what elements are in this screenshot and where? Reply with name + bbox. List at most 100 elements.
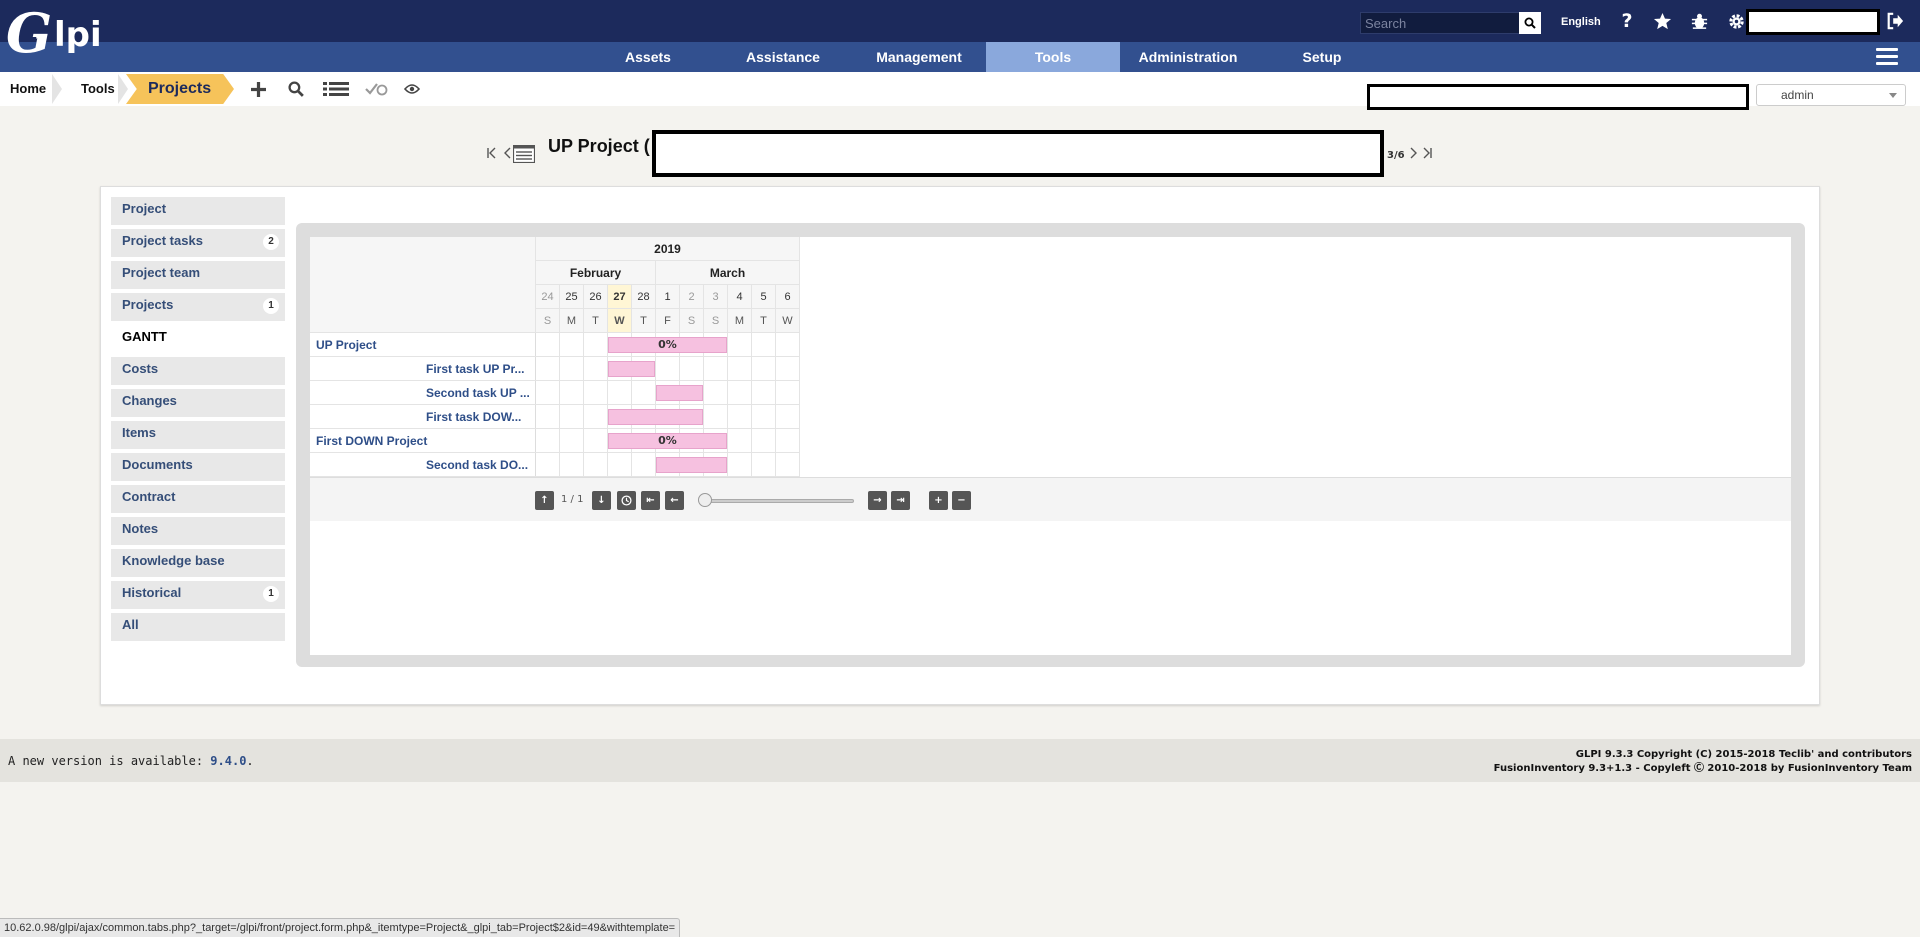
scroll-up-button[interactable]: ↑ xyxy=(535,491,554,510)
breadcrumb-tools[interactable]: Tools xyxy=(81,74,115,104)
gantt-cell xyxy=(704,405,728,429)
gantt-day-header: 25 xyxy=(560,285,584,309)
gantt-project-bar[interactable]: 0% xyxy=(608,433,727,449)
next-item-icon[interactable] xyxy=(1409,147,1419,163)
gantt-weekday-header: T xyxy=(752,309,776,333)
gantt-cell xyxy=(536,405,560,429)
nav-tools[interactable]: Tools xyxy=(986,42,1120,72)
list-icon[interactable] xyxy=(322,80,350,98)
glpi-logo[interactable]: G 2 lpi xyxy=(6,6,106,66)
star-icon[interactable] xyxy=(1651,10,1673,32)
tab-gantt[interactable]: GANTT xyxy=(111,325,285,353)
zoom-in-button[interactable]: + xyxy=(929,491,948,510)
go-next-button[interactable]: → xyxy=(868,491,887,510)
list-view-icon[interactable] xyxy=(512,144,536,167)
nav-assistance[interactable]: Assistance xyxy=(729,42,837,72)
gantt-cell xyxy=(632,453,656,477)
search-icon[interactable] xyxy=(284,80,308,98)
page-title: UP Project ( xyxy=(548,136,650,156)
gantt-toolbar: ↑ 1 / 1 ↓ ⇤ ← → ⇥ + − xyxy=(310,477,1791,521)
go-first-button[interactable]: ⇤ xyxy=(641,491,660,510)
nav-setup[interactable]: Setup xyxy=(1272,42,1372,72)
gantt-project-label[interactable]: First DOWN Project xyxy=(316,429,531,453)
tab-all[interactable]: All xyxy=(111,613,285,641)
go-previous-button[interactable]: ← xyxy=(665,491,684,510)
tab-projects[interactable]: Projects 1 xyxy=(111,293,285,321)
language-selector[interactable]: English xyxy=(1561,16,1601,28)
gear-icon[interactable] xyxy=(1725,10,1747,32)
gantt-task-label[interactable]: Second task DO... xyxy=(426,453,530,477)
copyright-glpi[interactable]: GLPI 9.3.3 Copyright (C) 2015-2018 Tecli… xyxy=(1494,748,1912,762)
zoom-out-button[interactable]: − xyxy=(952,491,971,510)
nav-administration[interactable]: Administration xyxy=(1126,42,1250,72)
copyright-fusioninventory[interactable]: FusionInventory 9.3+1.3 - Copyleft Ⓒ 201… xyxy=(1494,762,1912,776)
version-notice: A new version is available: 9.4.0. xyxy=(8,754,254,768)
gantt-cell xyxy=(776,405,800,429)
scroll-down-button[interactable]: ↓ xyxy=(592,491,611,510)
gantt-task-bar[interactable] xyxy=(656,457,727,473)
gantt-task-bar[interactable] xyxy=(608,409,703,425)
item-pager-count: 3/6 xyxy=(1387,150,1405,161)
search-button[interactable] xyxy=(1519,12,1541,34)
tab-notes[interactable]: Notes xyxy=(111,517,285,545)
first-item-icon[interactable] xyxy=(486,147,498,163)
tab-project-tasks[interactable]: Project tasks 2 xyxy=(111,229,285,257)
nav-assets[interactable]: Assets xyxy=(598,42,698,72)
gantt-cell xyxy=(536,333,560,357)
tab-label: All xyxy=(122,617,139,632)
tab-costs[interactable]: Costs xyxy=(111,357,285,385)
tab-contract[interactable]: Contract xyxy=(111,485,285,513)
tab-documents[interactable]: Documents xyxy=(111,453,285,481)
zoom-slider-thumb[interactable] xyxy=(698,493,712,507)
gantt-cell xyxy=(752,405,776,429)
tab-project[interactable]: Project xyxy=(111,197,285,225)
gantt-cell xyxy=(776,333,800,357)
gantt-cell xyxy=(584,429,608,453)
gantt-task-bar[interactable] xyxy=(656,385,703,401)
hamburger-menu-icon[interactable] xyxy=(1876,48,1898,66)
copyright: GLPI 9.3.3 Copyright (C) 2015-2018 Tecli… xyxy=(1494,748,1912,776)
tab-label: Project xyxy=(122,201,167,216)
main-panel: Project Project tasks 2 Project team Project… xyxy=(100,186,1820,705)
gantt-cell xyxy=(536,357,560,381)
tab-knowledge-base[interactable]: Knowledge base xyxy=(111,549,285,577)
help-icon[interactable]: ? xyxy=(1616,10,1638,32)
eye-icon[interactable] xyxy=(400,80,424,98)
gantt-task-label[interactable]: Second task UP ... xyxy=(426,381,530,405)
tab-project-team[interactable]: Project team xyxy=(111,261,285,289)
previous-item-icon[interactable] xyxy=(502,147,512,163)
gantt-cell xyxy=(560,405,584,429)
tab-historical[interactable]: Historical 1 xyxy=(111,581,285,609)
zoom-slider-track[interactable] xyxy=(702,499,854,503)
go-last-button[interactable]: ⇥ xyxy=(891,491,910,510)
tab-label: Knowledge base xyxy=(122,553,225,568)
add-icon[interactable] xyxy=(246,80,270,98)
user-menu-redacted[interactable] xyxy=(1746,9,1880,35)
logout-icon[interactable] xyxy=(1884,10,1906,32)
gantt-task-label[interactable]: First task DOW... xyxy=(426,405,530,429)
gantt-cell xyxy=(536,381,560,405)
gantt-task-bar[interactable] xyxy=(608,361,655,377)
tab-count-badge: 1 xyxy=(263,298,279,314)
gantt-project-bar[interactable]: 0% xyxy=(608,337,727,353)
breadcrumb-projects[interactable]: Projects xyxy=(126,74,234,104)
tab-count-badge: 1 xyxy=(263,586,279,602)
profile-select-value: admin xyxy=(1781,88,1814,102)
today-clock-icon[interactable] xyxy=(617,491,636,510)
tab-changes[interactable]: Changes xyxy=(111,389,285,417)
breadcrumb-home[interactable]: Home xyxy=(10,74,46,104)
nav-management[interactable]: Management xyxy=(859,42,979,72)
bug-icon[interactable] xyxy=(1688,10,1710,32)
version-notice-suffix: . xyxy=(246,754,254,768)
last-item-icon[interactable] xyxy=(1421,147,1433,163)
check-icon[interactable] xyxy=(364,80,390,98)
tab-items[interactable]: Items xyxy=(111,421,285,449)
gantt-day-header: 26 xyxy=(584,285,608,309)
tab-label: Contract xyxy=(122,489,176,504)
search-input[interactable] xyxy=(1361,13,1517,33)
gantt-project-label[interactable]: UP Project xyxy=(316,333,531,357)
profile-select[interactable]: admin xyxy=(1756,84,1906,106)
gantt-task-label[interactable]: First task UP Pr... xyxy=(426,357,530,381)
new-version-link[interactable]: 9.4.0 xyxy=(210,754,246,768)
entity-selector-redacted[interactable] xyxy=(1367,84,1749,110)
